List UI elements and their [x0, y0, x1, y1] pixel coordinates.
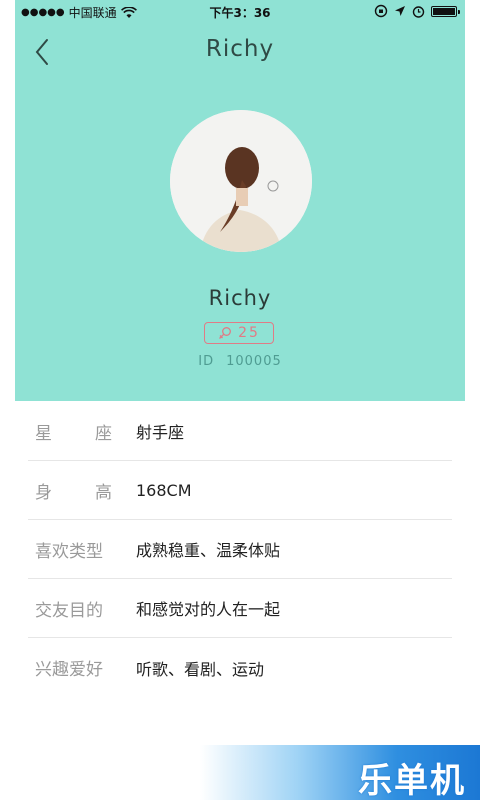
info-row-height: 身 高 168CM — [28, 461, 452, 520]
info-list: 星 座 射手座 身 高 168CM 喜欢类型 成熟稳重、温柔体贴 交友目的 和感… — [28, 402, 452, 697]
avatar-photo — [170, 110, 312, 252]
info-label-char: 高 — [95, 482, 112, 503]
alarm-icon — [412, 5, 425, 18]
info-label: 星 座 — [28, 419, 112, 444]
info-label: 兴趣爱好 — [35, 660, 103, 680]
watermark-text: 乐单机 — [358, 761, 466, 801]
info-value: 成熟稳重、温柔体贴 — [136, 541, 281, 560]
avatar[interactable] — [170, 110, 312, 252]
info-row-hobbies: 兴趣爱好 听歌、看剧、运动 — [28, 638, 452, 697]
age-value: 25 — [238, 325, 260, 341]
info-label-char: 星 — [35, 423, 52, 444]
page-title: Richy — [205, 36, 275, 62]
female-icon — [219, 327, 232, 339]
info-label: 身 高 — [28, 478, 112, 503]
user-id: ID 100005 — [15, 354, 465, 369]
gender-age-badge: 25 — [204, 322, 274, 344]
info-label: 交友目的 — [35, 600, 103, 621]
info-label-char: 身 — [35, 482, 52, 503]
id-value: 100005 — [226, 354, 282, 369]
info-label: 喜欢类型 — [35, 541, 103, 562]
nav-bar: Richy — [15, 28, 465, 74]
info-value: 168CM — [136, 480, 192, 500]
status-bar: ●●●●● 中国联通 下午3：36 — [15, 0, 465, 24]
info-row-purpose: 交友目的 和感觉对的人在一起 — [28, 579, 452, 638]
info-value: 射手座 — [136, 423, 185, 442]
info-label-char: 座 — [95, 423, 112, 444]
info-row-preferred-type: 喜欢类型 成熟稳重、温柔体贴 — [28, 520, 452, 579]
app-frame: ●●●●● 中国联通 下午3：36 Richy Richy 25 ID 1000… — [15, 0, 465, 800]
info-value: 听歌、看剧、运动 — [136, 659, 265, 679]
info-row-constellation: 星 座 射手座 — [28, 402, 452, 461]
info-value: 和感觉对的人在一起 — [136, 600, 281, 619]
profile-header: ●●●●● 中国联通 下午3：36 Richy Richy 25 ID 1000… — [15, 0, 465, 401]
battery-fill — [433, 7, 455, 15]
id-label: ID — [198, 354, 215, 369]
orientation-lock-icon — [374, 4, 388, 18]
watermark-banner: 乐单机 — [200, 745, 480, 801]
location-icon — [395, 6, 405, 16]
battery-icon — [431, 5, 460, 17]
profile-name: Richy — [208, 286, 272, 310]
status-right — [374, 4, 460, 18]
